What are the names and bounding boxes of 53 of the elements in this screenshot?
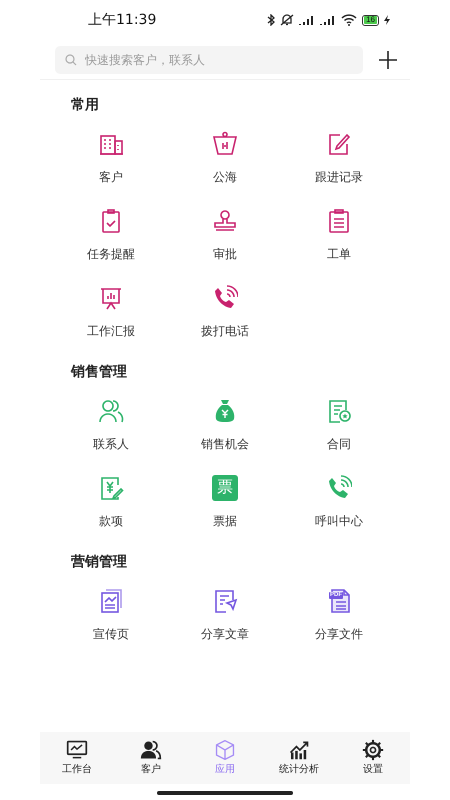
document-send-icon (212, 588, 238, 614)
search-icon (65, 54, 77, 66)
people-icon (98, 398, 124, 424)
mute-icon (280, 14, 294, 26)
app-shortcut[interactable]: 票 票据 (168, 460, 282, 537)
app-shortcut[interactable]: 联系人 (54, 383, 168, 460)
app-shortcut[interactable]: 呼叫中心 (282, 460, 396, 537)
tab[interactable]: 设置 (336, 732, 410, 784)
app-shortcut[interactable]: 宣传页 (54, 573, 168, 650)
document-yen-icon (98, 475, 124, 501)
phone-icon (326, 475, 352, 501)
stamp-icon (212, 208, 238, 234)
app-shortcut[interactable]: 合同 (282, 383, 396, 460)
app-shortcut[interactable]: 跟进记录 (282, 116, 396, 193)
basket-icon (212, 131, 238, 157)
signal-icon (299, 15, 316, 25)
search-field[interactable]: 快速搜索客户，联系人 (55, 46, 363, 74)
app-shortcut[interactable]: 款项 (54, 460, 168, 537)
easel-chart-icon (98, 285, 124, 311)
pencil-note-icon (326, 131, 352, 157)
clipboard-icon (326, 208, 352, 234)
battery-icon: 16 (362, 14, 379, 26)
plus-icon (379, 50, 397, 68)
chart-arrow-icon (288, 739, 310, 761)
app-shortcut[interactable]: 分享文章 (168, 573, 282, 650)
section-title: 营销管理 (70, 552, 128, 570)
section-title: 销售管理 (70, 362, 128, 380)
charging-icon (384, 15, 390, 25)
settings-icon (362, 739, 384, 761)
document-star-icon (326, 398, 352, 424)
app-shortcut[interactable]: 公海 (168, 116, 282, 193)
phone-icon (212, 285, 238, 311)
section-title: 常用 (70, 94, 100, 114)
document-chart-icon (98, 588, 124, 614)
tab[interactable]: 应用 (188, 732, 262, 784)
tab[interactable]: 工作台 (40, 732, 114, 784)
tab[interactable]: 统计分析 (262, 732, 336, 784)
status-time: 上午11:39 (88, 10, 156, 30)
bluetooth-icon (267, 14, 276, 26)
ticket-icon: 票 (212, 475, 238, 501)
monitor-chart-icon (66, 739, 88, 761)
app-shortcut[interactable]: 审批 (168, 193, 282, 270)
signal-icon (320, 15, 336, 25)
wifi-icon (341, 14, 358, 26)
app-shortcut[interactable]: 任务提醒 (54, 193, 168, 270)
app-shortcut[interactable]: 销售机会 (168, 383, 282, 460)
app-shortcut[interactable]: 工作汇报 (54, 270, 168, 347)
app-shortcut[interactable]: 拨打电话 (168, 270, 282, 347)
people-icon (140, 739, 162, 761)
cube-icon (214, 739, 236, 761)
app-shortcut[interactable]: 客户 (54, 116, 168, 193)
tab[interactable]: 客户 (114, 732, 188, 784)
app-shortcut[interactable]: 工单 (282, 193, 396, 270)
